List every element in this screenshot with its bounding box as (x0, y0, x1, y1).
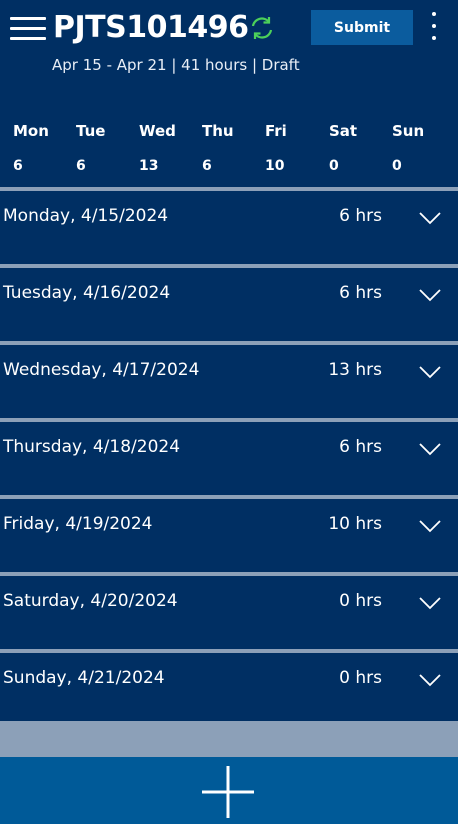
timesheet-title: PJTS101496 (53, 10, 249, 45)
week-day-label: Sat (329, 122, 358, 140)
day-hours: 0 hrs (339, 668, 382, 688)
day-date: Thursday, 4/18/2024 (3, 437, 181, 457)
day-row-saturday[interactable]: Saturday, 4/20/2024 0 hrs (0, 572, 458, 649)
day-row-monday[interactable]: Monday, 4/15/2024 6 hrs (0, 187, 458, 264)
day-row-sunday[interactable]: Sunday, 4/21/2024 0 hrs (0, 649, 458, 726)
week-day-tue: Tue 6 (76, 118, 105, 179)
week-day-hours: 10 (265, 158, 285, 174)
chevron-down-icon[interactable] (419, 519, 441, 533)
week-day-label: Wed (139, 122, 176, 140)
day-hours: 6 hrs (339, 206, 382, 226)
day-hours: 13 hrs (328, 360, 382, 380)
chevron-down-icon[interactable] (419, 673, 441, 687)
day-row-wednesday[interactable]: Wednesday, 4/17/2024 13 hrs (0, 341, 458, 418)
day-hours: 6 hrs (339, 437, 382, 457)
chevron-down-icon[interactable] (419, 596, 441, 610)
week-day-label: Fri (265, 122, 287, 140)
plus-icon (202, 766, 254, 818)
week-day-hours: 0 (392, 158, 402, 174)
day-date: Monday, 4/15/2024 (3, 206, 169, 226)
week-day-sat: Sat 0 (329, 118, 357, 179)
week-day-sun: Sun 0 (392, 118, 424, 179)
chevron-down-icon[interactable] (419, 288, 441, 302)
week-day-hours: 6 (13, 158, 23, 174)
chevron-down-icon[interactable] (419, 365, 441, 379)
day-hours: 10 hrs (328, 514, 382, 534)
day-date: Saturday, 4/20/2024 (3, 591, 178, 611)
submit-button[interactable]: Submit (311, 10, 413, 45)
week-day-mon: Mon 6 (13, 118, 49, 179)
week-day-hours: 0 (329, 158, 339, 174)
week-day-hours: 13 (139, 158, 159, 174)
day-row-tuesday[interactable]: Tuesday, 4/16/2024 6 hrs (0, 264, 458, 341)
week-day-label: Sun (392, 122, 425, 140)
day-list: Monday, 4/15/2024 6 hrs Tuesday, 4/16/20… (0, 187, 458, 726)
more-vertical-icon[interactable] (428, 10, 440, 44)
week-day-thu: Thu 6 (202, 118, 234, 179)
header: PJTS101496 Submit Apr 15 - Apr 21 | 41 h… (0, 0, 458, 100)
week-day-hours: 6 (202, 158, 212, 174)
refresh-icon[interactable] (248, 14, 276, 42)
day-date: Wednesday, 4/17/2024 (3, 360, 200, 380)
menu-icon[interactable] (10, 16, 46, 40)
day-row-friday[interactable]: Friday, 4/19/2024 10 hrs (0, 495, 458, 572)
list-footer-spacer (0, 721, 458, 757)
week-day-label: Mon (13, 122, 49, 140)
week-day-wed: Wed 13 (139, 118, 176, 179)
day-date: Sunday, 4/21/2024 (3, 668, 165, 688)
week-summary: Mon 6 Tue 6 Wed 13 Thu 6 Fri 10 Sat 0 Su… (0, 118, 458, 188)
day-row-thursday[interactable]: Thursday, 4/18/2024 6 hrs (0, 418, 458, 495)
day-date: Tuesday, 4/16/2024 (3, 283, 171, 303)
add-entry-button[interactable] (0, 757, 458, 824)
day-hours: 6 hrs (339, 283, 382, 303)
timesheet-summary: Apr 15 - Apr 21 | 41 hours | Draft (52, 56, 300, 74)
week-day-label: Tue (76, 122, 106, 140)
day-date: Friday, 4/19/2024 (3, 514, 153, 534)
chevron-down-icon[interactable] (419, 442, 441, 456)
chevron-down-icon[interactable] (419, 211, 441, 225)
week-day-hours: 6 (76, 158, 86, 174)
day-hours: 0 hrs (339, 591, 382, 611)
week-day-fri: Fri 10 (265, 118, 287, 179)
week-day-label: Thu (202, 122, 234, 140)
